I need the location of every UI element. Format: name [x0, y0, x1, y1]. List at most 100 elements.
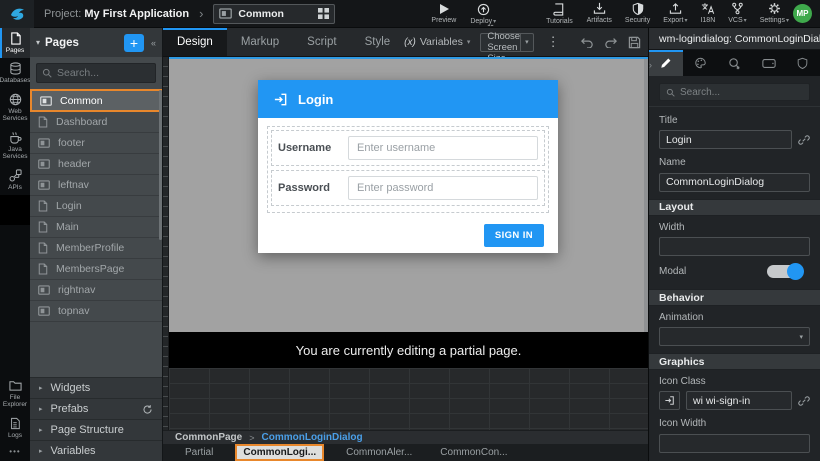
tab-security-shield[interactable]: [786, 50, 820, 76]
collapse-caret-icon[interactable]: ▾: [36, 38, 40, 47]
sidebar-item-logs[interactable]: Logs: [0, 413, 30, 443]
tab-device[interactable]: [752, 50, 786, 76]
modal-toggle[interactable]: [767, 265, 796, 278]
username-input[interactable]: [348, 136, 538, 160]
layout-section-header[interactable]: Layout: [649, 199, 820, 216]
settings-button[interactable]: Settings▾: [760, 2, 789, 24]
sidebar-item-web-services[interactable]: Web Services: [0, 89, 30, 127]
partial-selector[interactable]: Common: [213, 4, 335, 24]
preview-label: Preview: [431, 17, 456, 24]
page-item-header[interactable]: header: [30, 154, 162, 175]
width-field-input[interactable]: [659, 237, 810, 256]
undo-icon[interactable]: [580, 36, 594, 48]
page-item-memberprofile[interactable]: MemberProfile: [30, 238, 162, 259]
title-field-input[interactable]: [659, 130, 792, 149]
page-item-topnav[interactable]: topnav: [30, 301, 162, 322]
grid-picker-icon[interactable]: [318, 8, 329, 19]
section-variables[interactable]: ▸ Variables: [30, 440, 162, 461]
page-item-leftnav[interactable]: leftnav: [30, 175, 162, 196]
username-form-row[interactable]: Username: [271, 130, 545, 166]
password-input[interactable]: [348, 176, 538, 200]
design-canvas[interactable]: Login Username Password: [163, 57, 648, 430]
form-container[interactable]: Username Password: [267, 126, 549, 213]
section-page-structure[interactable]: ▸ Page Structure: [30, 419, 162, 440]
partial-editing-banner: You are currently editing a partial page…: [169, 332, 648, 368]
tab-commonlogindialog[interactable]: CommonLogi...: [235, 444, 324, 461]
kebab-menu-icon[interactable]: ⋮: [547, 34, 560, 50]
bind-link-icon[interactable]: [798, 395, 810, 407]
artifacts-button[interactable]: Artifacts: [587, 2, 612, 24]
page-item-login[interactable]: Login: [30, 196, 162, 217]
user-avatar[interactable]: MP: [793, 4, 812, 23]
login-dialog[interactable]: Login Username Password: [258, 80, 558, 253]
more-options-icon[interactable]: •••: [0, 443, 30, 461]
variables-button[interactable]: (x) Variables ▾: [404, 36, 470, 48]
tab-commonalertdialog[interactable]: CommonAler...: [340, 444, 418, 461]
page-item-memberspage[interactable]: MembersPage: [30, 259, 162, 280]
sidebar-item-java-services[interactable]: Java Services: [0, 127, 30, 165]
project-breadcrumb: Project: My First Application: [44, 8, 189, 20]
sidebar-item-databases[interactable]: Databases: [0, 58, 30, 88]
breadcrumb-parent[interactable]: CommonPage: [175, 432, 242, 443]
pages-search-input[interactable]: [57, 67, 150, 79]
tab-events[interactable]: [717, 50, 751, 76]
export-button[interactable]: Export▾: [663, 2, 687, 24]
tab-partial[interactable]: Partial: [179, 444, 219, 461]
deploy-icon: [477, 3, 490, 16]
redo-icon[interactable]: [604, 36, 618, 48]
sidebar-item-apis[interactable]: APIs: [0, 165, 30, 195]
wavemaker-logo-icon[interactable]: [0, 0, 34, 28]
panel-collapse-chevron-icon[interactable]: ›: [649, 60, 652, 70]
section-widgets[interactable]: ▸ Widgets: [30, 377, 162, 398]
i18n-button[interactable]: I18N: [700, 2, 715, 24]
password-form-row[interactable]: Password: [271, 170, 545, 206]
tab-properties-pencil[interactable]: [649, 50, 683, 76]
pages-search[interactable]: [36, 63, 156, 83]
vcs-button[interactable]: VCS▾: [728, 2, 746, 24]
icon-class-input[interactable]: [686, 391, 792, 410]
section-label: Prefabs: [51, 403, 89, 415]
page-item-main[interactable]: Main: [30, 217, 162, 238]
breadcrumb-current[interactable]: CommonLoginDialog: [262, 432, 363, 443]
screen-size-select[interactable]: -- Choose Screen Size -- ▾: [480, 33, 533, 52]
security-button[interactable]: Security: [625, 2, 650, 24]
animation-select[interactable]: ▾: [659, 327, 810, 346]
page-item-footer[interactable]: footer: [30, 133, 162, 154]
tab-markup[interactable]: Markup: [227, 28, 293, 56]
book-icon: [553, 3, 565, 16]
tab-styles-palette[interactable]: [683, 50, 717, 76]
add-page-button[interactable]: +: [124, 34, 144, 52]
sidebar-item-file-explorer[interactable]: File Explorer: [0, 375, 30, 413]
pages-scrollbar[interactable]: [159, 90, 162, 240]
behavior-section-header[interactable]: Behavior: [649, 289, 820, 306]
tab-design[interactable]: Design: [163, 28, 227, 56]
sidebar-item-pages[interactable]: Pages: [0, 28, 30, 58]
section-prefabs[interactable]: ▸ Prefabs: [30, 398, 162, 419]
page-item-rightnav[interactable]: rightnav: [30, 280, 162, 301]
bind-link-icon[interactable]: [798, 134, 810, 146]
preview-button[interactable]: Preview: [431, 3, 456, 24]
properties-search[interactable]: [659, 83, 810, 101]
tab-commonconfirmdialog[interactable]: CommonCon...: [434, 444, 513, 461]
properties-search-input[interactable]: [680, 87, 803, 98]
icon-preview-box[interactable]: [659, 391, 680, 410]
graphics-section-header[interactable]: Graphics: [649, 353, 820, 370]
login-dialog-body: Username Password: [258, 118, 558, 218]
panel-collapse-icon[interactable]: «: [151, 38, 156, 48]
page-item-label: rightnav: [58, 284, 95, 296]
sign-in-button[interactable]: SIGN IN: [484, 224, 544, 247]
variables-icon: (x): [404, 37, 416, 48]
tutorials-button[interactable]: Tutorials: [546, 3, 573, 25]
canvas-grid[interactable]: [169, 368, 648, 430]
partial-icon: [219, 8, 232, 19]
refresh-icon[interactable]: [142, 404, 153, 415]
save-icon[interactable]: [628, 36, 641, 49]
name-field-input[interactable]: [659, 173, 810, 192]
page-item-dashboard[interactable]: Dashboard: [30, 112, 162, 133]
section-label: Page Structure: [51, 424, 124, 436]
tab-script[interactable]: Script: [293, 28, 350, 56]
icon-width-input[interactable]: [659, 434, 810, 453]
partial-icon: [38, 285, 50, 295]
tab-style[interactable]: Style: [351, 28, 405, 56]
page-item-common[interactable]: Common: [30, 89, 162, 112]
